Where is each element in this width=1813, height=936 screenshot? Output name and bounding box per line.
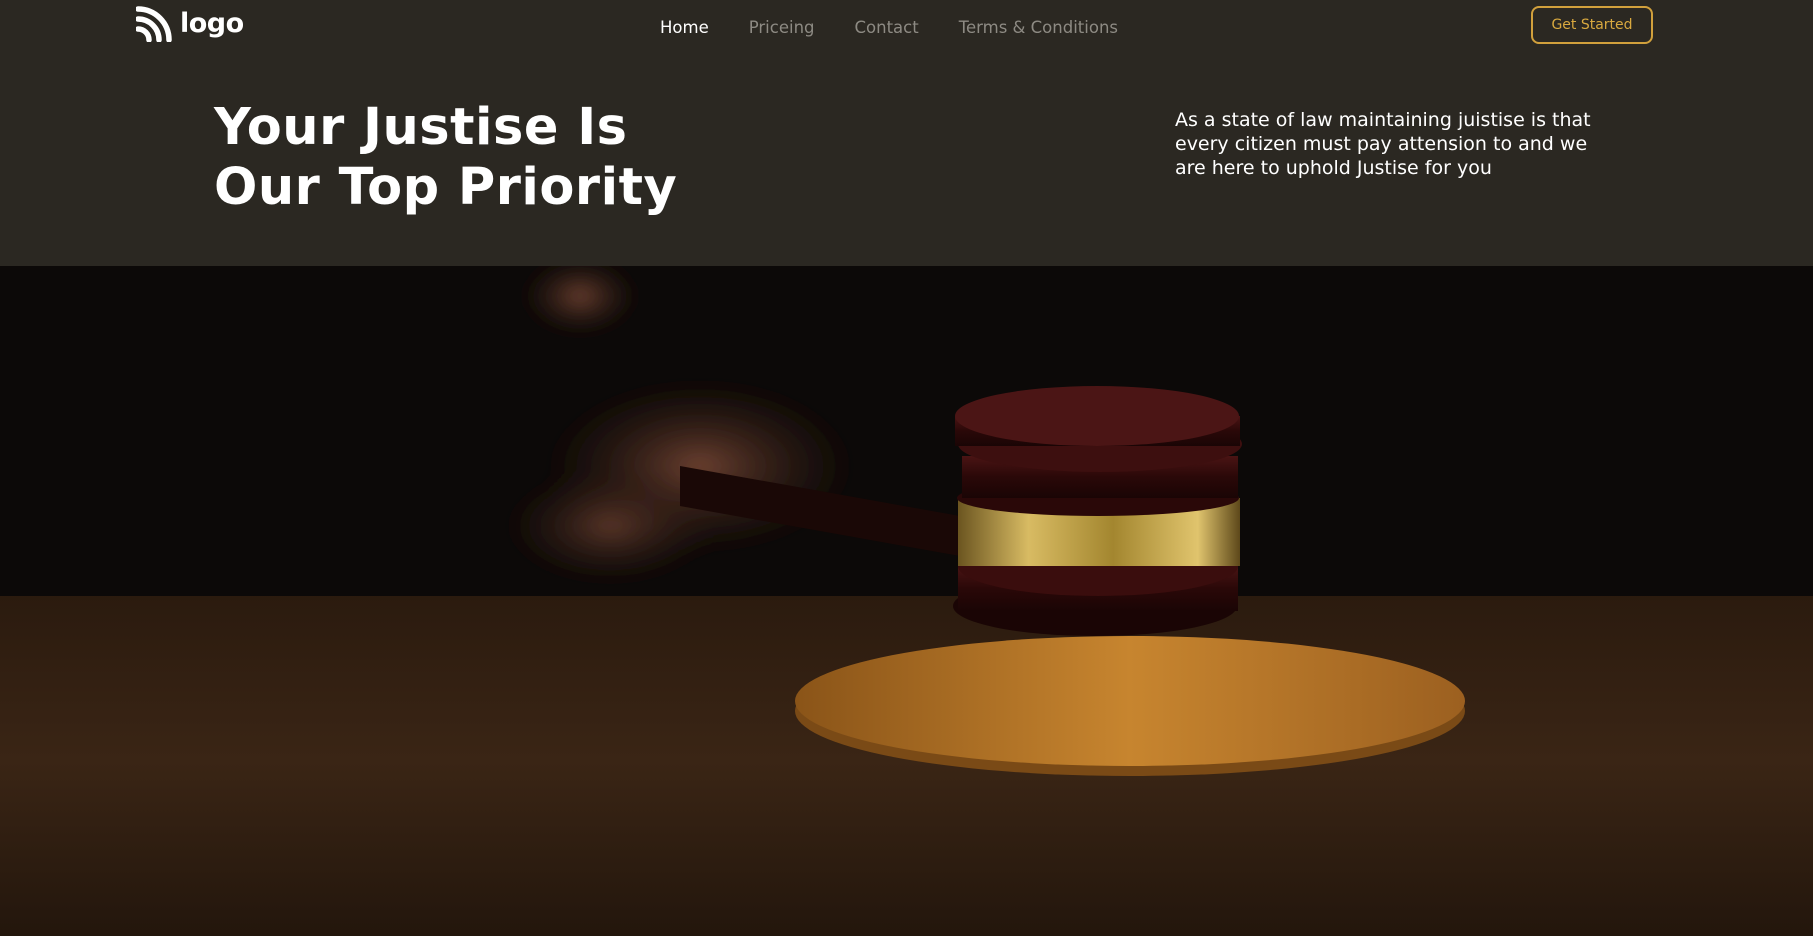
nav-link-contact[interactable]: Contact (855, 18, 919, 37)
nav-link-pricing[interactable]: Priceing (749, 18, 815, 37)
main-menu: Home Priceing Contact Terms & Conditions (660, 16, 1118, 38)
hero-title-line-2: Our Top Priority (214, 158, 678, 217)
top-navigation: logo Home Priceing Contact Terms & Condi… (0, 0, 1813, 54)
nav-link-home[interactable]: Home (660, 18, 709, 37)
hero-title-line-1: Your Justise Is (214, 98, 628, 157)
hero-title: Your Justise Is Our Top Priority (214, 98, 677, 218)
hero-gavel-image (0, 266, 1813, 936)
brand-logo[interactable]: logo (136, 6, 244, 42)
get-started-button[interactable]: Get Started (1531, 6, 1653, 44)
hero-description: As a state of law maintaining juistise i… (1175, 109, 1591, 179)
nav-link-terms[interactable]: Terms & Conditions (959, 18, 1118, 37)
gavel-illustration (0, 266, 1813, 936)
logo-icon (136, 6, 172, 42)
logo-text: logo (180, 8, 244, 39)
